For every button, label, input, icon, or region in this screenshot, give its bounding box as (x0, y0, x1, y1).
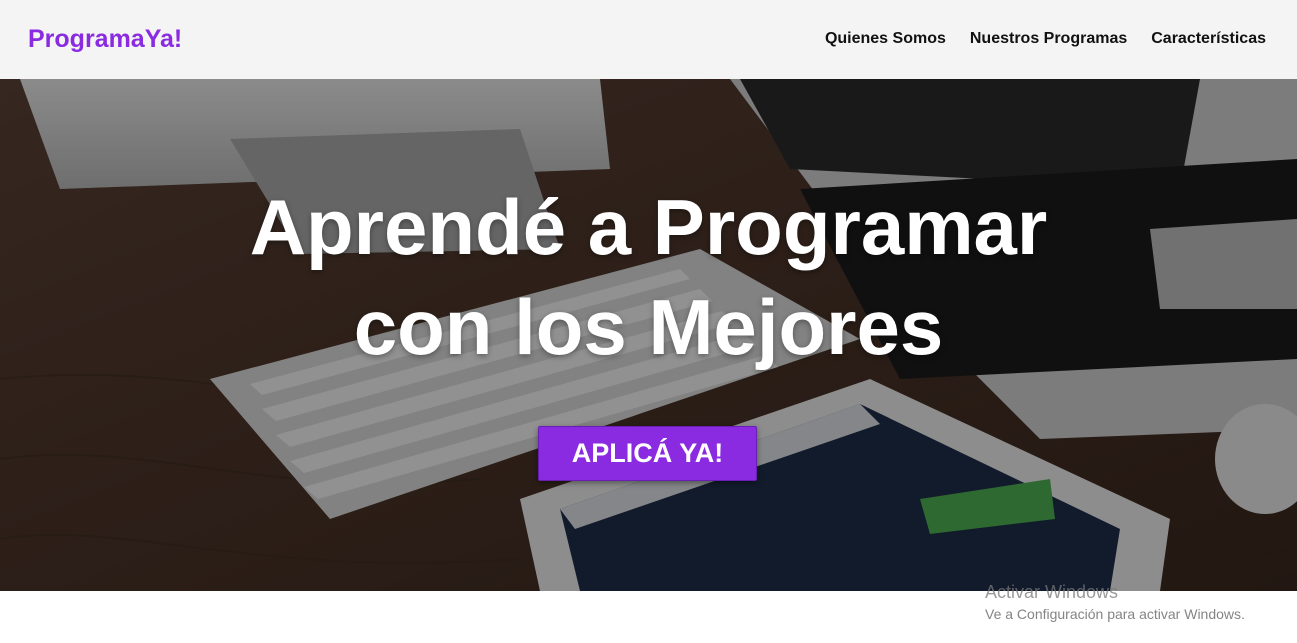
windows-activation-watermark: Activar Windows Ve a Configuración para … (985, 581, 1245, 623)
watermark-subtitle: Ve a Configuración para activar Windows. (985, 606, 1245, 622)
hero-title: Aprendé a Programar con los Mejores (0, 177, 1297, 377)
nav-link-nuestros-programas[interactable]: Nuestros Programas (970, 29, 1127, 49)
watermark-title: Activar Windows (985, 582, 1119, 602)
navbar: ProgramaYa! Quienes Somos Nuestros Progr… (0, 0, 1297, 79)
nav-links: Quienes Somos Nuestros Programas Caracte… (825, 29, 1266, 49)
nav-link-caracteristicas[interactable]: Características (1151, 29, 1266, 49)
hero-section: Aprendé a Programar con los Mejores APLI… (0, 79, 1297, 591)
nav-link-quienes-somos[interactable]: Quienes Somos (825, 29, 946, 49)
apply-now-button[interactable]: APLICÁ YA! (538, 426, 757, 481)
hero-title-line-2: con los Mejores (353, 283, 944, 371)
hero-title-line-1: Aprendé a Programar (249, 183, 1048, 271)
logo[interactable]: ProgramaYa! (28, 24, 182, 54)
